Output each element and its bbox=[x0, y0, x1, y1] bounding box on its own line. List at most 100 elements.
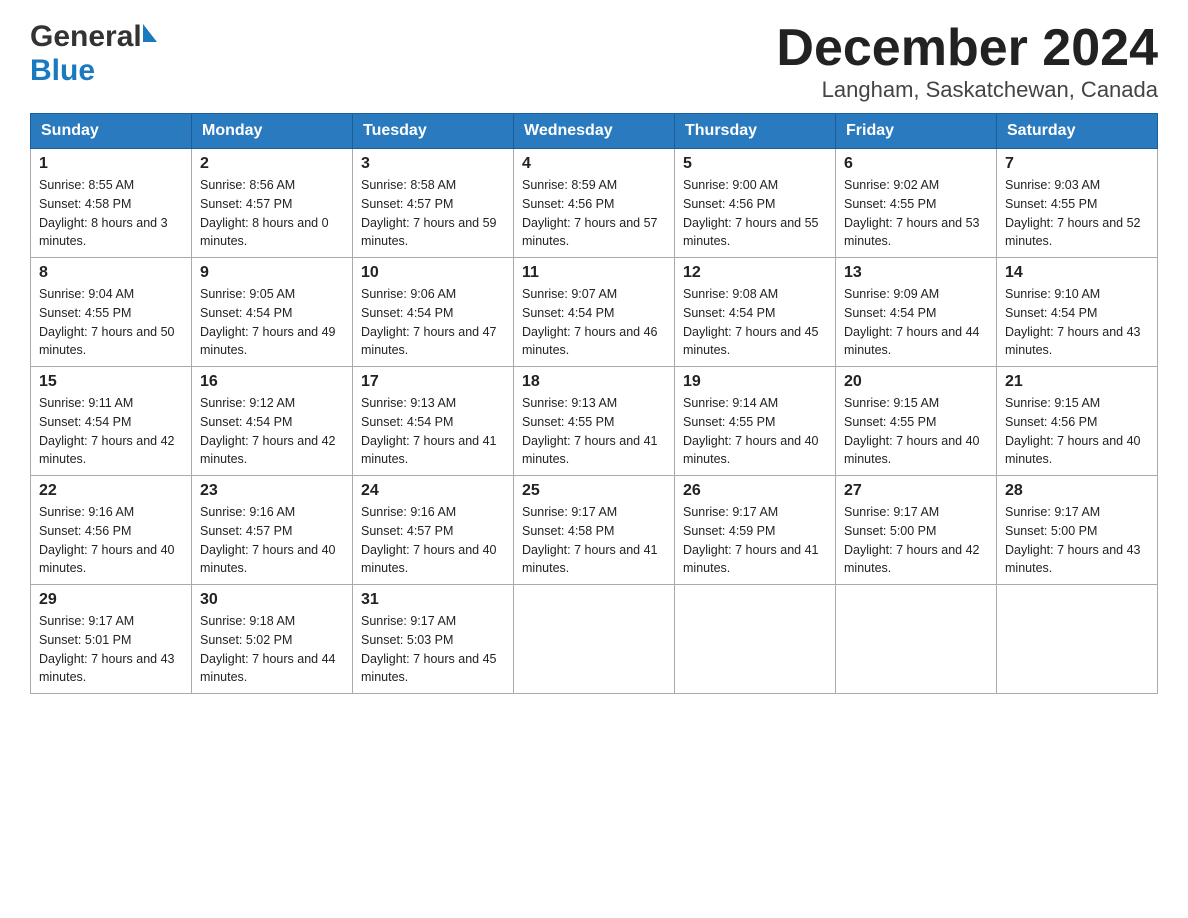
page-header: General Blue December 2024 Langham, Sask… bbox=[30, 20, 1158, 103]
logo-blue-text: Blue bbox=[30, 54, 95, 87]
day-info: Sunrise: 9:13 AMSunset: 4:55 PMDaylight:… bbox=[522, 394, 666, 469]
calendar-cell: 11 Sunrise: 9:07 AMSunset: 4:54 PMDayligh… bbox=[514, 258, 675, 367]
day-number: 2 bbox=[200, 155, 344, 173]
day-info: Sunrise: 8:58 AMSunset: 4:57 PMDaylight:… bbox=[361, 176, 505, 251]
day-number: 3 bbox=[361, 155, 505, 173]
day-number: 25 bbox=[522, 482, 666, 500]
day-number: 16 bbox=[200, 373, 344, 391]
day-info: Sunrise: 9:11 AMSunset: 4:54 PMDaylight:… bbox=[39, 394, 183, 469]
calendar-cell: 24 Sunrise: 9:16 AMSunset: 4:57 PMDayligh… bbox=[353, 476, 514, 585]
day-info: Sunrise: 9:17 AMSunset: 5:01 PMDaylight:… bbox=[39, 612, 183, 687]
day-number: 4 bbox=[522, 155, 666, 173]
calendar-cell: 10 Sunrise: 9:06 AMSunset: 4:54 PMDayligh… bbox=[353, 258, 514, 367]
day-number: 31 bbox=[361, 591, 505, 609]
calendar-cell: 2 Sunrise: 8:56 AMSunset: 4:57 PMDaylight… bbox=[192, 149, 353, 258]
calendar-cell: 31Sunrise: 9:17 AMSunset: 5:03 PMDayligh… bbox=[353, 585, 514, 694]
calendar-cell: 23Sunrise: 9:16 AMSunset: 4:57 PMDayligh… bbox=[192, 476, 353, 585]
logo-arrow-icon bbox=[143, 24, 157, 42]
day-info: Sunrise: 9:12 AMSunset: 4:54 PMDaylight:… bbox=[200, 394, 344, 469]
day-number: 22 bbox=[39, 482, 183, 500]
calendar-cell: 9Sunrise: 9:05 AMSunset: 4:54 PMDaylight… bbox=[192, 258, 353, 367]
col-thursday: Thursday bbox=[675, 114, 836, 149]
day-info: Sunrise: 9:06 AMSunset: 4:54 PMDaylight:… bbox=[361, 285, 505, 360]
day-info: Sunrise: 9:00 AMSunset: 4:56 PMDaylight:… bbox=[683, 176, 827, 251]
calendar-week-row: 1 Sunrise: 8:55 AMSunset: 4:58 PMDaylight… bbox=[31, 149, 1158, 258]
col-friday: Friday bbox=[836, 114, 997, 149]
day-info: Sunrise: 9:17 AMSunset: 4:58 PMDaylight:… bbox=[522, 503, 666, 578]
day-info: Sunrise: 9:09 AMSunset: 4:54 PMDaylight:… bbox=[844, 285, 988, 360]
calendar-table: Sunday Monday Tuesday Wednesday Thursday… bbox=[30, 113, 1158, 694]
day-number: 30 bbox=[200, 591, 344, 609]
day-info: Sunrise: 9:18 AMSunset: 5:02 PMDaylight:… bbox=[200, 612, 344, 687]
calendar-cell: 7 Sunrise: 9:03 AMSunset: 4:55 PMDaylight… bbox=[997, 149, 1158, 258]
calendar-week-row: 8 Sunrise: 9:04 AMSunset: 4:55 PMDaylight… bbox=[31, 258, 1158, 367]
day-number: 11 bbox=[522, 264, 666, 282]
calendar-cell: 30 Sunrise: 9:18 AMSunset: 5:02 PMDayligh… bbox=[192, 585, 353, 694]
calendar-cell: 14 Sunrise: 9:10 AMSunset: 4:54 PMDayligh… bbox=[997, 258, 1158, 367]
calendar-cell: 5 Sunrise: 9:00 AMSunset: 4:56 PMDaylight… bbox=[675, 149, 836, 258]
day-number: 10 bbox=[361, 264, 505, 282]
calendar-cell: 1 Sunrise: 8:55 AMSunset: 4:58 PMDaylight… bbox=[31, 149, 192, 258]
day-info: Sunrise: 9:05 AMSunset: 4:54 PMDaylight:… bbox=[200, 285, 344, 360]
day-number: 29 bbox=[39, 591, 183, 609]
calendar-cell bbox=[997, 585, 1158, 694]
calendar-cell: 25 Sunrise: 9:17 AMSunset: 4:58 PMDayligh… bbox=[514, 476, 675, 585]
calendar-cell: 28 Sunrise: 9:17 AMSunset: 5:00 PMDayligh… bbox=[997, 476, 1158, 585]
col-saturday: Saturday bbox=[997, 114, 1158, 149]
day-info: Sunrise: 8:59 AMSunset: 4:56 PMDaylight:… bbox=[522, 176, 666, 251]
day-number: 8 bbox=[39, 264, 183, 282]
day-info: Sunrise: 9:15 AMSunset: 4:55 PMDaylight:… bbox=[844, 394, 988, 469]
page-subtitle: Langham, Saskatchewan, Canada bbox=[776, 77, 1158, 103]
day-number: 13 bbox=[844, 264, 988, 282]
day-info: Sunrise: 8:55 AMSunset: 4:58 PMDaylight:… bbox=[39, 176, 183, 251]
day-number: 21 bbox=[1005, 373, 1149, 391]
day-number: 26 bbox=[683, 482, 827, 500]
calendar-header-row: Sunday Monday Tuesday Wednesday Thursday… bbox=[31, 114, 1158, 149]
day-number: 6 bbox=[844, 155, 988, 173]
calendar-cell: 16 Sunrise: 9:12 AMSunset: 4:54 PMDayligh… bbox=[192, 367, 353, 476]
day-number: 23 bbox=[200, 482, 344, 500]
calendar-cell bbox=[675, 585, 836, 694]
calendar-cell: 17 Sunrise: 9:13 AMSunset: 4:54 PMDayligh… bbox=[353, 367, 514, 476]
calendar-cell: 12 Sunrise: 9:08 AMSunset: 4:54 PMDayligh… bbox=[675, 258, 836, 367]
day-info: Sunrise: 9:08 AMSunset: 4:54 PMDaylight:… bbox=[683, 285, 827, 360]
calendar-cell: 13 Sunrise: 9:09 AMSunset: 4:54 PMDayligh… bbox=[836, 258, 997, 367]
calendar-cell: 18 Sunrise: 9:13 AMSunset: 4:55 PMDayligh… bbox=[514, 367, 675, 476]
day-number: 1 bbox=[39, 155, 183, 173]
day-info: Sunrise: 9:16 AMSunset: 4:57 PMDaylight:… bbox=[361, 503, 505, 578]
day-info: Sunrise: 9:03 AMSunset: 4:55 PMDaylight:… bbox=[1005, 176, 1149, 251]
day-info: Sunrise: 9:15 AMSunset: 4:56 PMDaylight:… bbox=[1005, 394, 1149, 469]
day-number: 17 bbox=[361, 373, 505, 391]
day-info: Sunrise: 9:17 AMSunset: 5:00 PMDaylight:… bbox=[1005, 503, 1149, 578]
day-number: 12 bbox=[683, 264, 827, 282]
calendar-cell: 4 Sunrise: 8:59 AMSunset: 4:56 PMDaylight… bbox=[514, 149, 675, 258]
calendar-cell: 8 Sunrise: 9:04 AMSunset: 4:55 PMDaylight… bbox=[31, 258, 192, 367]
logo: General Blue bbox=[30, 20, 157, 88]
day-number: 14 bbox=[1005, 264, 1149, 282]
day-info: Sunrise: 9:04 AMSunset: 4:55 PMDaylight:… bbox=[39, 285, 183, 360]
col-wednesday: Wednesday bbox=[514, 114, 675, 149]
calendar-cell: 26Sunrise: 9:17 AMSunset: 4:59 PMDayligh… bbox=[675, 476, 836, 585]
calendar-cell: 15Sunrise: 9:11 AMSunset: 4:54 PMDayligh… bbox=[31, 367, 192, 476]
day-info: Sunrise: 9:02 AMSunset: 4:55 PMDaylight:… bbox=[844, 176, 988, 251]
page-title: December 2024 bbox=[776, 20, 1158, 77]
calendar-cell: 29 Sunrise: 9:17 AMSunset: 5:01 PMDayligh… bbox=[31, 585, 192, 694]
day-number: 18 bbox=[522, 373, 666, 391]
day-info: Sunrise: 9:07 AMSunset: 4:54 PMDaylight:… bbox=[522, 285, 666, 360]
day-info: Sunrise: 9:10 AMSunset: 4:54 PMDaylight:… bbox=[1005, 285, 1149, 360]
day-info: Sunrise: 9:17 AMSunset: 5:00 PMDaylight:… bbox=[844, 503, 988, 578]
calendar-cell: 20Sunrise: 9:15 AMSunset: 4:55 PMDayligh… bbox=[836, 367, 997, 476]
col-sunday: Sunday bbox=[31, 114, 192, 149]
day-number: 24 bbox=[361, 482, 505, 500]
day-info: Sunrise: 8:56 AMSunset: 4:57 PMDaylight:… bbox=[200, 176, 344, 251]
day-info: Sunrise: 9:13 AMSunset: 4:54 PMDaylight:… bbox=[361, 394, 505, 469]
day-info: Sunrise: 9:14 AMSunset: 4:55 PMDaylight:… bbox=[683, 394, 827, 469]
calendar-cell: 6 Sunrise: 9:02 AMSunset: 4:55 PMDaylight… bbox=[836, 149, 997, 258]
day-number: 5 bbox=[683, 155, 827, 173]
calendar-cell: 19Sunrise: 9:14 AMSunset: 4:55 PMDayligh… bbox=[675, 367, 836, 476]
calendar-cell: 3 Sunrise: 8:58 AMSunset: 4:57 PMDaylight… bbox=[353, 149, 514, 258]
calendar-cell bbox=[514, 585, 675, 694]
day-number: 7 bbox=[1005, 155, 1149, 173]
calendar-cell: 22Sunrise: 9:16 AMSunset: 4:56 PMDayligh… bbox=[31, 476, 192, 585]
day-number: 28 bbox=[1005, 482, 1149, 500]
